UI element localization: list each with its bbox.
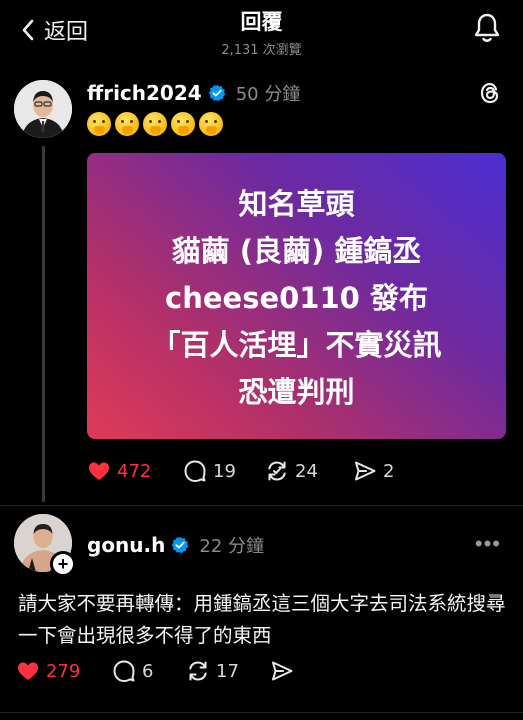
card-text-line: 恐遭判刑 bbox=[238, 374, 355, 409]
repost-count: 17 bbox=[216, 660, 239, 682]
post-body-text: 請大家不要再轉傳：用鍾鎬丞這三個大字去司法系統搜尋一下會出現很多不得了的東西 bbox=[18, 592, 506, 647]
avatar[interactable] bbox=[14, 80, 72, 138]
heart-icon bbox=[18, 662, 38, 680]
emoji-row bbox=[87, 112, 223, 136]
more-icon: ••• bbox=[474, 531, 501, 556]
card-text-line: 知名草頭 bbox=[238, 186, 355, 221]
card-text-line: 貓繭 (良繭) 鍾鎬丞 bbox=[171, 233, 422, 268]
username[interactable]: gonu.h bbox=[87, 533, 165, 557]
title-block: 回覆 2,131 次瀏覽 bbox=[0, 6, 523, 58]
like-count: 472 bbox=[117, 460, 152, 482]
hand-over-mouth-emoji-icon bbox=[115, 112, 139, 136]
plus-icon: + bbox=[57, 554, 69, 574]
repost-icon bbox=[189, 661, 207, 681]
bell-icon[interactable] bbox=[473, 12, 501, 44]
heart-icon bbox=[89, 462, 109, 480]
like-count: 279 bbox=[46, 660, 81, 682]
post-header: gonu.h 22 分鐘 bbox=[87, 532, 264, 558]
comment-icon bbox=[184, 460, 206, 482]
share-icon bbox=[272, 661, 293, 681]
top-bar: 返回 回覆 2,131 次瀏覽 bbox=[0, 0, 523, 62]
page-title: 回覆 bbox=[240, 10, 283, 34]
card-text-line: 「百人活埋」不實災訊 bbox=[151, 327, 442, 362]
reply-count: 6 bbox=[142, 660, 154, 682]
username[interactable]: ffrich2024 bbox=[87, 81, 202, 105]
share-count: 2 bbox=[383, 460, 395, 482]
post-time: 22 分鐘 bbox=[199, 536, 265, 557]
card-text-line: cheese0110 發布 bbox=[165, 280, 428, 315]
threads-logo-icon[interactable] bbox=[477, 80, 503, 106]
post-divider bbox=[0, 712, 523, 713]
hand-over-mouth-emoji-icon bbox=[143, 112, 167, 136]
follow-plus-button[interactable]: + bbox=[50, 551, 76, 577]
share-button[interactable] bbox=[270, 659, 294, 683]
repost-icon bbox=[268, 461, 286, 481]
view-count: 2,131 次瀏覽 bbox=[221, 43, 302, 58]
verified-icon bbox=[208, 84, 225, 102]
verified-icon bbox=[172, 536, 189, 554]
comment-button[interactable]: 6 bbox=[112, 659, 186, 683]
post-divider bbox=[0, 505, 523, 506]
more-options-button[interactable]: ••• bbox=[475, 531, 501, 557]
post-time: 50 分鐘 bbox=[235, 84, 301, 105]
share-icon bbox=[355, 461, 376, 481]
thread-connector-line bbox=[42, 146, 45, 502]
comment-button[interactable]: 19 bbox=[183, 459, 265, 483]
post-header: ffrich2024 50 分鐘 bbox=[87, 80, 300, 106]
like-button[interactable]: 472 bbox=[87, 459, 183, 483]
repost-button[interactable]: 24 bbox=[265, 459, 353, 483]
hand-over-mouth-emoji-icon bbox=[87, 112, 111, 136]
post-actions: 472 19 24 2 bbox=[87, 459, 394, 483]
hand-over-mouth-emoji-icon bbox=[199, 112, 223, 136]
post-actions: 279 6 17 bbox=[16, 659, 294, 683]
repost-count: 24 bbox=[295, 460, 318, 482]
hand-over-mouth-emoji-icon bbox=[171, 112, 195, 136]
post-image-card[interactable]: 知名草頭 貓繭 (良繭) 鍾鎬丞 cheese0110 發布 「百人活埋」不實災… bbox=[87, 153, 506, 439]
reply-count: 19 bbox=[213, 460, 236, 482]
share-button[interactable]: 2 bbox=[353, 459, 394, 483]
avatar-image bbox=[14, 80, 72, 138]
like-button[interactable]: 279 bbox=[16, 659, 112, 683]
comment-icon bbox=[113, 660, 135, 682]
repost-button[interactable]: 17 bbox=[186, 659, 270, 683]
